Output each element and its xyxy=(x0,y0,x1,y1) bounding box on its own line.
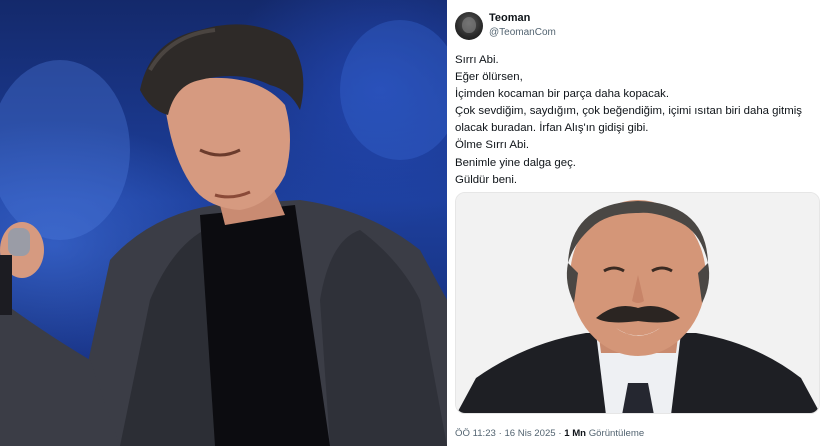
tweet-line: İçimden kocaman bir parça daha kopacak. xyxy=(455,88,670,101)
tweet-card[interactable]: Teoman @TeomanCom Sırrı Abi. Eğer ölürse… xyxy=(447,0,820,446)
tweet-line: Ölme Sırrı Abi. xyxy=(455,139,530,152)
user-handle[interactable]: @TeomanCom xyxy=(489,27,556,38)
tweet-text: Sırrı Abi. Eğer ölürsen, İçimden kocaman… xyxy=(455,52,815,189)
tweet-line: Çok sevdiğim, saydığım, çok beğendiğim, … xyxy=(455,105,802,118)
tweet-date[interactable]: 16 Nis 2025 xyxy=(504,428,555,439)
views-count[interactable]: 1 Mn xyxy=(564,428,586,439)
avatar[interactable] xyxy=(455,12,483,40)
tweet-line: olacak buradan. İrfan Alış'ın gidişi gib… xyxy=(455,122,649,135)
concert-photo xyxy=(0,0,447,446)
tweet-meta: ÖÖ 11:23 · 16 Nis 2025 · 1 Mn Görüntülem… xyxy=(455,428,644,439)
tweet-line: Eğer ölürsen, xyxy=(455,71,523,84)
meta-separator: · xyxy=(558,428,562,439)
tweet-photo[interactable] xyxy=(455,192,820,414)
views-label: Görüntüleme xyxy=(588,428,645,439)
tweet-time[interactable]: ÖÖ 11:23 xyxy=(455,428,496,439)
tweet-line: Güldür beni. xyxy=(455,173,518,186)
portrait-illustration xyxy=(456,193,819,413)
tweet-line: Sırrı Abi. xyxy=(455,54,499,66)
singer-illustration xyxy=(0,20,447,446)
display-name[interactable]: Teoman xyxy=(489,12,530,24)
meta-separator: · xyxy=(498,428,502,439)
tweet-line: Benimle yine dalga geç. xyxy=(455,156,576,169)
